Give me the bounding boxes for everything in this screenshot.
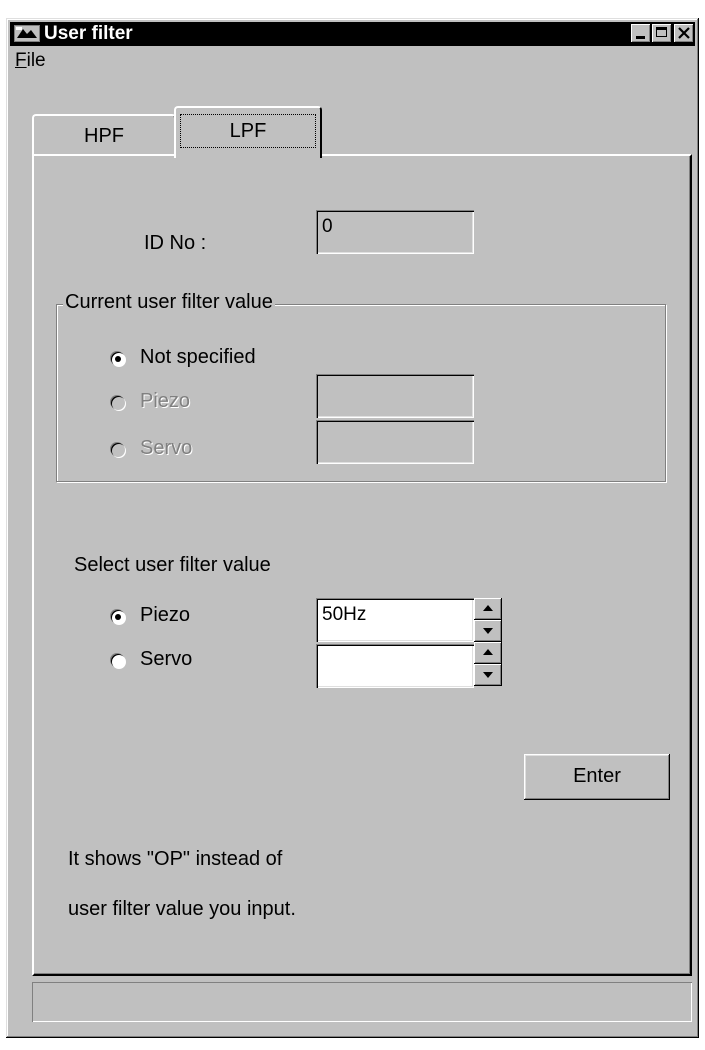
current-piezo-label: Piezo — [140, 390, 191, 412]
menu-file-rest: ile — [26, 50, 46, 71]
menu-bar: File — [10, 48, 695, 74]
note-line-2: user filter value you input. — [68, 898, 296, 920]
current-user-filter-title: Current user filter value — [63, 291, 275, 314]
minimize-button[interactable] — [631, 24, 651, 43]
select-servo-label[interactable]: Servo — [140, 648, 192, 671]
note-line-1: It shows "OP" instead of — [68, 848, 283, 870]
tab-lpf[interactable]: LPF — [174, 106, 322, 158]
current-not-specified-label: Not specified — [140, 346, 256, 368]
user-filter-window: User filter File HPF LPF ID No : 0 Curre… — [6, 18, 699, 1038]
servo-spin-down-button[interactable] — [474, 664, 502, 686]
lpf-panel: ID No : 0 Current user filter value Not … — [32, 154, 692, 976]
app-icon — [14, 25, 40, 42]
radio-dot — [115, 614, 121, 620]
arrow-down-icon — [483, 672, 493, 678]
arrow-up-icon — [483, 605, 493, 611]
arrow-down-icon — [483, 628, 493, 634]
tab-lpf-label: LPF — [180, 114, 316, 148]
maximize-icon — [656, 27, 667, 37]
current-servo-label: Servo — [140, 437, 193, 459]
select-piezo-value: 50Hz — [322, 604, 367, 625]
select-piezo-input[interactable]: 50Hz — [316, 598, 474, 642]
select-piezo-label[interactable]: Piezo — [140, 604, 190, 627]
tab-hpf-label: HPF — [84, 125, 124, 147]
minimize-icon — [636, 36, 645, 39]
menu-file[interactable]: File — [15, 50, 46, 72]
menu-file-mnemonic: F — [15, 50, 27, 71]
radio-dot — [115, 356, 121, 362]
close-button[interactable] — [674, 24, 694, 43]
id-no-label: ID No : — [144, 232, 207, 254]
status-bar — [32, 982, 692, 1022]
id-no-value: 0 — [322, 216, 333, 237]
window-title: User filter — [44, 23, 133, 44]
select-piezo-radio[interactable] — [111, 610, 125, 624]
select-servo-radio[interactable] — [111, 654, 125, 668]
current-piezo-field — [316, 374, 474, 418]
servo-spin-up-button[interactable] — [474, 642, 502, 664]
select-servo-spinner[interactable] — [474, 642, 502, 686]
current-piezo-radio — [111, 396, 125, 410]
current-not-specified-radio — [111, 352, 125, 366]
title-bar[interactable]: User filter — [10, 22, 695, 46]
piezo-spin-down-button[interactable] — [474, 620, 502, 642]
close-icon — [678, 27, 690, 39]
maximize-button[interactable] — [652, 24, 672, 43]
piezo-spin-up-button[interactable] — [474, 598, 502, 620]
enter-button[interactable]: Enter — [524, 754, 670, 800]
select-servo-input[interactable] — [316, 644, 474, 688]
current-servo-field — [316, 420, 474, 464]
arrow-up-icon — [483, 649, 493, 655]
select-piezo-spinner[interactable] — [474, 598, 502, 642]
id-no-field: 0 — [316, 210, 474, 254]
tab-hpf[interactable]: HPF — [32, 114, 176, 156]
current-servo-radio — [111, 443, 125, 457]
enter-button-label: Enter — [573, 765, 621, 787]
select-user-filter-title: Select user filter value — [74, 554, 271, 576]
